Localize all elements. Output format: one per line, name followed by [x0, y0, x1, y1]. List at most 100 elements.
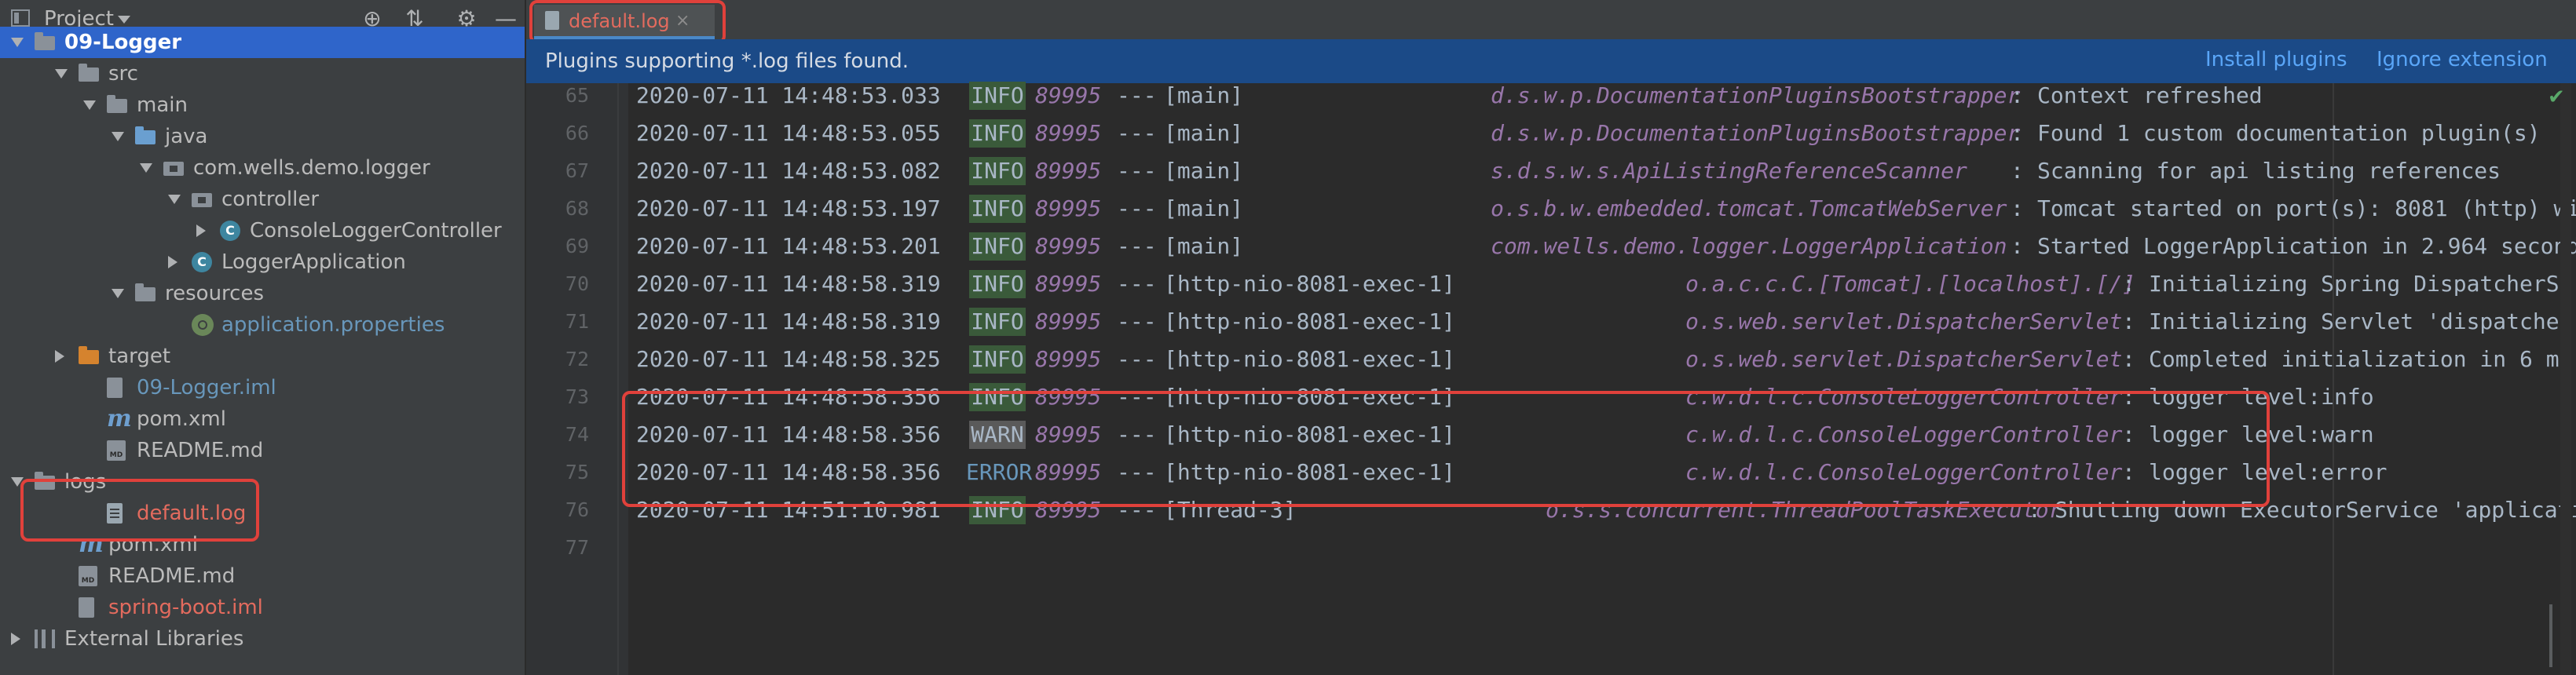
tree-item-label: External Libraries — [64, 627, 244, 651]
log-timestamp: 2020-07-11 14:48:53.201 — [636, 233, 941, 259]
tree-item-label: ConsoleLoggerController — [250, 219, 502, 243]
log-line: 2020-07-11 14:48:53.033 INFO 89995 --- [main… — [636, 77, 2552, 115]
tree-item[interactable]: com.wells.demo.logger — [0, 152, 525, 184]
log-separator: --- — [1117, 195, 1157, 221]
ignore-extension-link[interactable]: Ignore extension — [2377, 47, 2548, 72]
log-colon: : — [2122, 271, 2135, 297]
log-thread: [main] — [1164, 195, 1244, 221]
collapse-arrow-icon[interactable] — [55, 350, 64, 363]
log-pid: 89995 — [1035, 271, 1102, 297]
log-timestamp: 2020-07-11 14:48:58.319 — [636, 308, 941, 334]
tree-item[interactable]: src — [0, 58, 525, 89]
folder-icon — [107, 95, 127, 113]
log-level-badge: INFO — [969, 270, 1026, 298]
expand-arrow-icon[interactable] — [11, 38, 24, 47]
tree-item[interactable]: controller — [0, 184, 525, 215]
tree-item[interactable]: application.properties — [0, 309, 525, 341]
log-colon: : — [2122, 346, 2135, 372]
tree-item[interactable]: target — [0, 341, 525, 372]
expand-arrow-icon[interactable] — [83, 100, 96, 110]
spring-properties-icon — [192, 314, 214, 336]
log-timestamp: 2020-07-11 14:48:53.082 — [636, 158, 941, 184]
tree-item[interactable]: resources — [0, 278, 525, 309]
tree-item-label: com.wells.demo.logger — [193, 156, 430, 180]
log-colon: : — [2011, 158, 2024, 184]
tree-item[interactable]: External Libraries — [0, 623, 525, 655]
log-timestamp: 2020-07-11 14:48:58.325 — [636, 346, 941, 372]
project-sidebar: Project ⊕ ⇅ ⚙ — 09-Logger src main java com.… — [0, 0, 526, 675]
line-number: 76 — [565, 498, 589, 521]
log-content[interactable]: 65 66 67 68 69 70 71 72 73 74 75 76 77 2020-07-11 14… — [526, 82, 2576, 675]
expand-arrow-icon[interactable] — [168, 195, 181, 204]
log-thread: [http-nio-8081-exec-1] — [1164, 346, 1455, 372]
tree-item[interactable]: README.md — [0, 435, 525, 466]
collapse-arrow-icon[interactable] — [168, 256, 177, 268]
tree-item-label: pom.xml — [137, 407, 226, 431]
vertical-scrollbar[interactable] — [2560, 83, 2571, 675]
tree-item[interactable]: C LoggerApplication — [0, 246, 525, 278]
package-icon — [192, 193, 212, 207]
tree-item-label: java — [165, 125, 208, 148]
log-separator: --- — [1117, 271, 1157, 297]
tree-item[interactable]: m pom.xml — [0, 403, 525, 435]
highlight-logs-folder — [20, 479, 259, 542]
expand-arrow-icon[interactable] — [140, 163, 152, 173]
tree-item[interactable]: C ConsoleLoggerController — [0, 215, 525, 246]
excluded-folder-icon — [79, 346, 99, 364]
log-separator: --- — [1117, 233, 1157, 259]
tree-item[interactable]: 09-Logger.iml — [0, 372, 525, 403]
log-level-badge: INFO — [969, 195, 1026, 223]
log-separator: --- — [1117, 308, 1157, 334]
tree-item-label: src — [108, 62, 138, 86]
line-number: 67 — [565, 159, 589, 182]
tree-item-label: application.properties — [221, 313, 445, 337]
expand-arrow-icon[interactable] — [55, 69, 68, 78]
module-folder-icon — [35, 32, 55, 50]
tree-item-label: resources — [165, 282, 265, 305]
log-colon: : — [2011, 82, 2024, 108]
log-line: 2020-07-11 14:48:53.082 INFO 89995 --- [main… — [636, 152, 2552, 190]
log-thread: [http-nio-8081-exec-1] — [1164, 271, 1455, 297]
line-number: 68 — [565, 197, 589, 220]
log-colon: : — [2011, 233, 2024, 259]
tree-item-label: 09-Logger — [64, 31, 182, 54]
collapse-arrow-icon[interactable] — [196, 224, 206, 237]
log-message: Started LoggerApplication in 2.964 secon… — [2037, 233, 2576, 259]
tree-item[interactable]: spring-boot.iml — [0, 592, 525, 623]
log-separator: --- — [1117, 82, 1157, 108]
collapse-arrow-icon[interactable] — [11, 633, 20, 645]
expand-arrow-icon[interactable] — [112, 132, 124, 141]
folder-icon — [79, 64, 99, 82]
tree-item[interactable]: main — [0, 89, 525, 121]
tree-item-label: LoggerApplication — [221, 250, 406, 274]
ide-window: Project ⊕ ⇅ ⚙ — 09-Logger src main java com.… — [0, 0, 2576, 675]
notification-text: Plugins supporting *.log files found. — [545, 49, 909, 73]
scrollbar-thumb[interactable] — [2549, 604, 2552, 667]
log-logger-name: o.s.web.servlet.DispatcherServlet — [1685, 308, 2123, 334]
log-logger-name: o.a.c.c.C.[Tomcat].[localhost].[/] — [1685, 271, 2136, 297]
tree-item-label: README.md — [108, 564, 236, 588]
log-pid: 89995 — [1035, 233, 1102, 259]
tree-item[interactable]: java — [0, 121, 525, 152]
tree-item[interactable]: 09-Logger — [0, 27, 525, 58]
expand-arrow-icon[interactable] — [112, 289, 124, 298]
tree-item-label: controller — [221, 188, 320, 211]
line-number: 66 — [565, 122, 589, 144]
log-level-badge: INFO — [969, 82, 1026, 110]
tree-item-label: 09-Logger.iml — [137, 376, 276, 400]
log-thread: [main] — [1164, 233, 1244, 259]
log-logger-name: o.s.web.servlet.DispatcherServlet — [1685, 346, 2123, 372]
log-message: Initializing Servlet 'dispatche — [2149, 308, 2560, 334]
install-plugins-link[interactable]: Install plugins — [2205, 47, 2347, 72]
log-line: 2020-07-11 14:48:53.197 INFO 89995 --- [main… — [636, 190, 2576, 228]
log-separator: --- — [1117, 158, 1157, 184]
chevron-down-icon[interactable] — [118, 16, 130, 24]
log-message: Tomcat started on port(s): 8081 (http) w… — [2037, 195, 2576, 221]
line-number: 69 — [565, 235, 589, 257]
log-message: Initializing Spring DispatcherS — [2149, 271, 2560, 297]
source-folder-icon — [135, 126, 156, 144]
log-timestamp: 2020-07-11 14:48:53.055 — [636, 120, 941, 146]
log-logger-name: s.d.s.w.s.ApiListingReferenceScanner — [1491, 158, 1967, 184]
tree-item-label: target — [108, 345, 171, 368]
tree-item[interactable]: README.md — [0, 560, 525, 592]
